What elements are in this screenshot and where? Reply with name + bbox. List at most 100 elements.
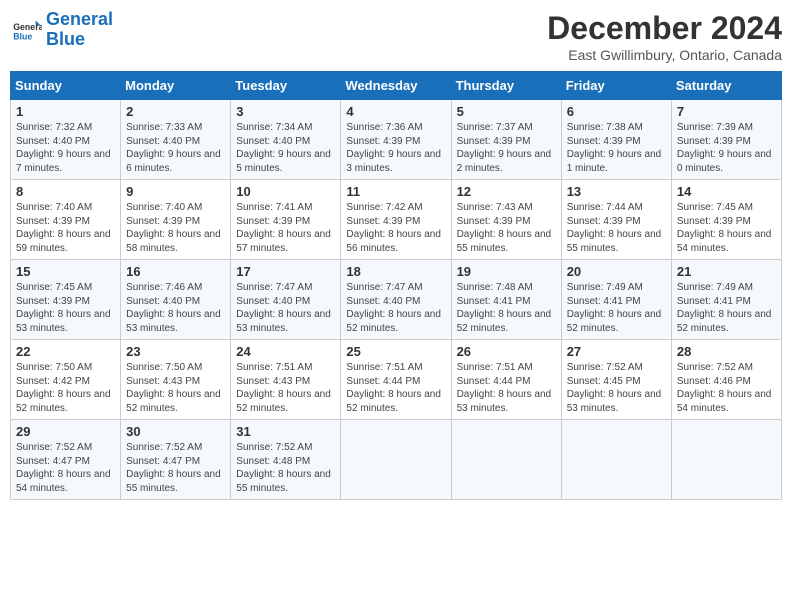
calendar-cell: 24 Sunrise: 7:51 AMSunset: 4:43 PMDaylig… <box>231 340 341 420</box>
cell-content: Sunrise: 7:52 AMSunset: 4:46 PMDaylight:… <box>677 362 772 414</box>
day-number: 26 <box>457 344 556 359</box>
calendar-week-1: 1 Sunrise: 7:32 AMSunset: 4:40 PMDayligh… <box>11 100 782 180</box>
day-number: 8 <box>16 184 115 199</box>
day-number: 21 <box>677 264 776 279</box>
calendar-cell <box>561 420 671 500</box>
calendar-week-4: 22 Sunrise: 7:50 AMSunset: 4:42 PMDaylig… <box>11 340 782 420</box>
calendar-cell: 14 Sunrise: 7:45 AMSunset: 4:39 PMDaylig… <box>671 180 781 260</box>
day-number: 29 <box>16 424 115 439</box>
cell-content: Sunrise: 7:52 AMSunset: 4:47 PMDaylight:… <box>16 442 111 494</box>
cell-content: Sunrise: 7:44 AMSunset: 4:39 PMDaylight:… <box>567 202 662 254</box>
day-number: 24 <box>236 344 335 359</box>
cell-content: Sunrise: 7:36 AMSunset: 4:39 PMDaylight:… <box>346 122 441 174</box>
calendar-cell: 29 Sunrise: 7:52 AMSunset: 4:47 PMDaylig… <box>11 420 121 500</box>
logo-text: GeneralBlue <box>46 10 113 50</box>
calendar-cell: 11 Sunrise: 7:42 AMSunset: 4:39 PMDaylig… <box>341 180 451 260</box>
cell-content: Sunrise: 7:38 AMSunset: 4:39 PMDaylight:… <box>567 122 662 174</box>
cell-content: Sunrise: 7:41 AMSunset: 4:39 PMDaylight:… <box>236 202 331 254</box>
calendar-cell: 21 Sunrise: 7:49 AMSunset: 4:41 PMDaylig… <box>671 260 781 340</box>
title-area: December 2024 East Gwillimbury, Ontario,… <box>547 10 782 63</box>
day-number: 4 <box>346 104 445 119</box>
cell-content: Sunrise: 7:45 AMSunset: 4:39 PMDaylight:… <box>677 202 772 254</box>
calendar-cell: 1 Sunrise: 7:32 AMSunset: 4:40 PMDayligh… <box>11 100 121 180</box>
cell-content: Sunrise: 7:34 AMSunset: 4:40 PMDaylight:… <box>236 122 331 174</box>
location: East Gwillimbury, Ontario, Canada <box>547 47 782 63</box>
day-number: 9 <box>126 184 225 199</box>
calendar-cell: 25 Sunrise: 7:51 AMSunset: 4:44 PMDaylig… <box>341 340 451 420</box>
svg-text:Blue: Blue <box>13 31 32 41</box>
day-number: 31 <box>236 424 335 439</box>
calendar-cell: 4 Sunrise: 7:36 AMSunset: 4:39 PMDayligh… <box>341 100 451 180</box>
calendar-cell: 20 Sunrise: 7:49 AMSunset: 4:41 PMDaylig… <box>561 260 671 340</box>
calendar-header-row: SundayMondayTuesdayWednesdayThursdayFrid… <box>11 72 782 100</box>
cell-content: Sunrise: 7:40 AMSunset: 4:39 PMDaylight:… <box>16 202 111 254</box>
cell-content: Sunrise: 7:37 AMSunset: 4:39 PMDaylight:… <box>457 122 552 174</box>
header-monday: Monday <box>121 72 231 100</box>
cell-content: Sunrise: 7:46 AMSunset: 4:40 PMDaylight:… <box>126 282 221 334</box>
day-number: 16 <box>126 264 225 279</box>
calendar-cell: 6 Sunrise: 7:38 AMSunset: 4:39 PMDayligh… <box>561 100 671 180</box>
day-number: 2 <box>126 104 225 119</box>
calendar-cell: 8 Sunrise: 7:40 AMSunset: 4:39 PMDayligh… <box>11 180 121 260</box>
calendar-cell: 15 Sunrise: 7:45 AMSunset: 4:39 PMDaylig… <box>11 260 121 340</box>
cell-content: Sunrise: 7:48 AMSunset: 4:41 PMDaylight:… <box>457 282 552 334</box>
header-friday: Friday <box>561 72 671 100</box>
calendar-cell: 28 Sunrise: 7:52 AMSunset: 4:46 PMDaylig… <box>671 340 781 420</box>
header-sunday: Sunday <box>11 72 121 100</box>
calendar-cell: 2 Sunrise: 7:33 AMSunset: 4:40 PMDayligh… <box>121 100 231 180</box>
day-number: 19 <box>457 264 556 279</box>
calendar-cell: 23 Sunrise: 7:50 AMSunset: 4:43 PMDaylig… <box>121 340 231 420</box>
day-number: 10 <box>236 184 335 199</box>
calendar-cell: 12 Sunrise: 7:43 AMSunset: 4:39 PMDaylig… <box>451 180 561 260</box>
calendar-cell <box>341 420 451 500</box>
calendar-cell: 7 Sunrise: 7:39 AMSunset: 4:39 PMDayligh… <box>671 100 781 180</box>
calendar-table: SundayMondayTuesdayWednesdayThursdayFrid… <box>10 71 782 500</box>
calendar-cell <box>671 420 781 500</box>
calendar-cell: 16 Sunrise: 7:46 AMSunset: 4:40 PMDaylig… <box>121 260 231 340</box>
cell-content: Sunrise: 7:50 AMSunset: 4:43 PMDaylight:… <box>126 362 221 414</box>
cell-content: Sunrise: 7:42 AMSunset: 4:39 PMDaylight:… <box>346 202 441 254</box>
day-number: 30 <box>126 424 225 439</box>
cell-content: Sunrise: 7:52 AMSunset: 4:47 PMDaylight:… <box>126 442 221 494</box>
day-number: 5 <box>457 104 556 119</box>
day-number: 6 <box>567 104 666 119</box>
calendar-week-5: 29 Sunrise: 7:52 AMSunset: 4:47 PMDaylig… <box>11 420 782 500</box>
cell-content: Sunrise: 7:45 AMSunset: 4:39 PMDaylight:… <box>16 282 111 334</box>
header: General Blue GeneralBlue December 2024 E… <box>10 10 782 63</box>
day-number: 18 <box>346 264 445 279</box>
calendar-cell: 13 Sunrise: 7:44 AMSunset: 4:39 PMDaylig… <box>561 180 671 260</box>
logo-icon: General Blue <box>10 14 42 46</box>
day-number: 1 <box>16 104 115 119</box>
cell-content: Sunrise: 7:49 AMSunset: 4:41 PMDaylight:… <box>677 282 772 334</box>
calendar-cell: 9 Sunrise: 7:40 AMSunset: 4:39 PMDayligh… <box>121 180 231 260</box>
calendar-cell: 19 Sunrise: 7:48 AMSunset: 4:41 PMDaylig… <box>451 260 561 340</box>
day-number: 28 <box>677 344 776 359</box>
cell-content: Sunrise: 7:43 AMSunset: 4:39 PMDaylight:… <box>457 202 552 254</box>
cell-content: Sunrise: 7:47 AMSunset: 4:40 PMDaylight:… <box>346 282 441 334</box>
cell-content: Sunrise: 7:52 AMSunset: 4:45 PMDaylight:… <box>567 362 662 414</box>
day-number: 11 <box>346 184 445 199</box>
calendar-cell: 3 Sunrise: 7:34 AMSunset: 4:40 PMDayligh… <box>231 100 341 180</box>
day-number: 7 <box>677 104 776 119</box>
day-number: 20 <box>567 264 666 279</box>
cell-content: Sunrise: 7:39 AMSunset: 4:39 PMDaylight:… <box>677 122 772 174</box>
calendar-cell: 27 Sunrise: 7:52 AMSunset: 4:45 PMDaylig… <box>561 340 671 420</box>
calendar-week-3: 15 Sunrise: 7:45 AMSunset: 4:39 PMDaylig… <box>11 260 782 340</box>
cell-content: Sunrise: 7:49 AMSunset: 4:41 PMDaylight:… <box>567 282 662 334</box>
cell-content: Sunrise: 7:33 AMSunset: 4:40 PMDaylight:… <box>126 122 221 174</box>
logo: General Blue GeneralBlue <box>10 10 113 50</box>
day-number: 27 <box>567 344 666 359</box>
calendar-cell: 26 Sunrise: 7:51 AMSunset: 4:44 PMDaylig… <box>451 340 561 420</box>
header-saturday: Saturday <box>671 72 781 100</box>
day-number: 13 <box>567 184 666 199</box>
day-number: 23 <box>126 344 225 359</box>
header-tuesday: Tuesday <box>231 72 341 100</box>
day-number: 22 <box>16 344 115 359</box>
day-number: 3 <box>236 104 335 119</box>
day-number: 12 <box>457 184 556 199</box>
cell-content: Sunrise: 7:51 AMSunset: 4:44 PMDaylight:… <box>457 362 552 414</box>
day-number: 14 <box>677 184 776 199</box>
cell-content: Sunrise: 7:50 AMSunset: 4:42 PMDaylight:… <box>16 362 111 414</box>
header-wednesday: Wednesday <box>341 72 451 100</box>
calendar-week-2: 8 Sunrise: 7:40 AMSunset: 4:39 PMDayligh… <box>11 180 782 260</box>
